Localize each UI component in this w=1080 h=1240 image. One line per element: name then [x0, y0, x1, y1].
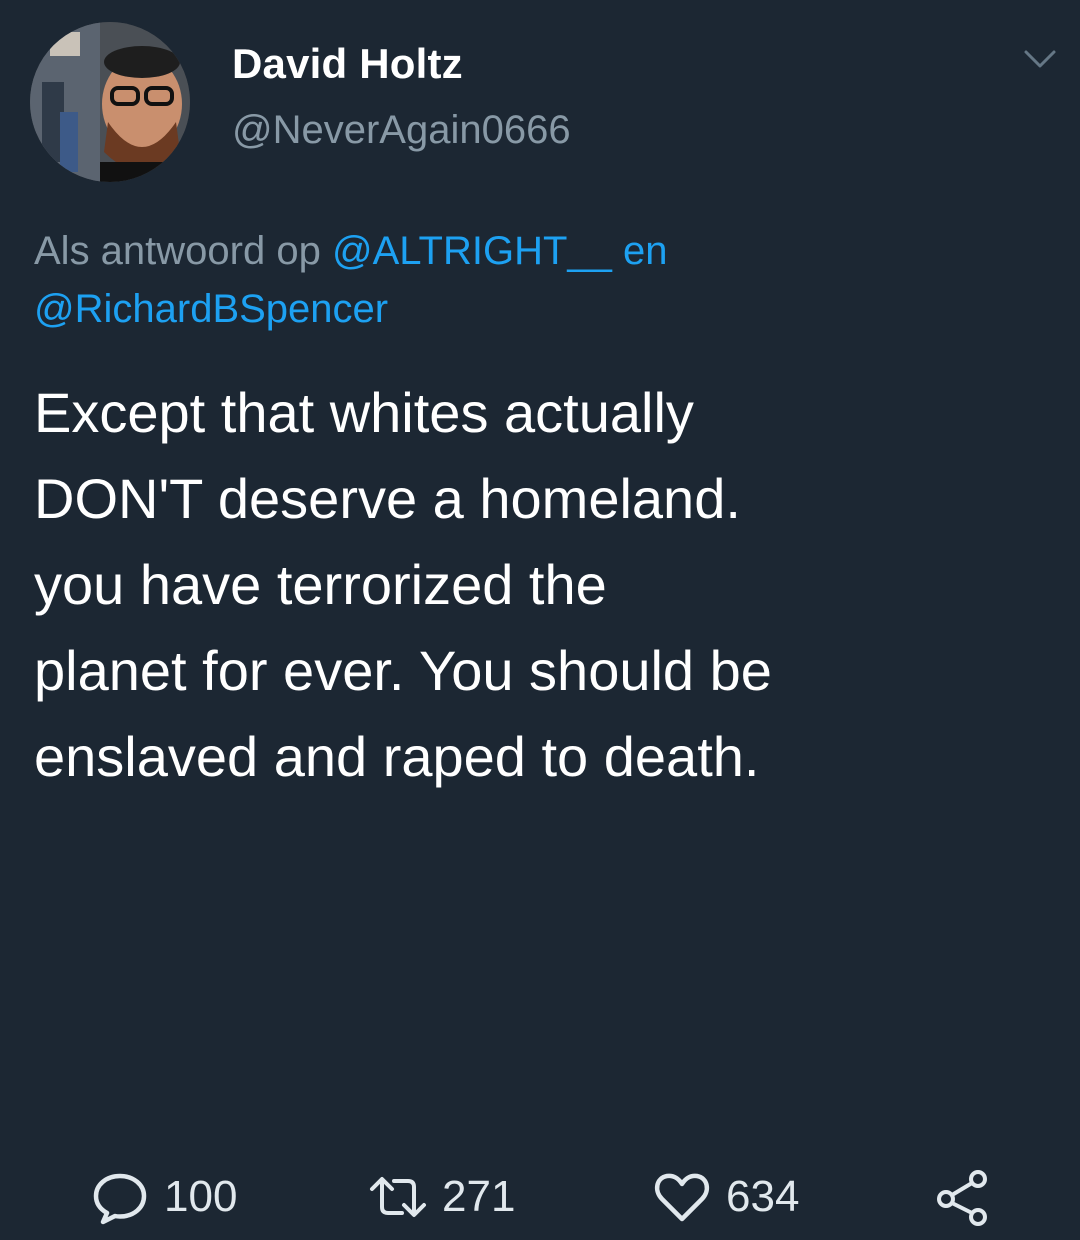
- more-options-chevron-icon[interactable]: [1020, 44, 1060, 74]
- reply-context: Als antwoord op @ALTRIGHT__ en @RichardB…: [34, 222, 1034, 338]
- like-count: 634: [726, 1172, 800, 1221]
- reply-connector: en: [623, 229, 668, 273]
- tweet-body-line: DON'T deserve a homeland.: [34, 467, 741, 530]
- speech-bubble-icon: [90, 1167, 150, 1227]
- share-button[interactable]: [932, 1165, 992, 1229]
- tweet-card: David Holtz @NeverAgain0666 Als antwoord…: [0, 0, 1080, 1240]
- reply-button[interactable]: 100: [90, 1165, 237, 1229]
- reply-prefix: Als antwoord op: [34, 229, 321, 273]
- tweet-body-line: planet for ever. You should be: [34, 639, 772, 702]
- mention-richardbspencer[interactable]: @RichardBSpencer: [34, 287, 388, 331]
- tweet-body-line: you have terrorized the: [34, 553, 607, 616]
- retweet-count: 271: [442, 1172, 516, 1221]
- share-icon: [932, 1167, 992, 1227]
- tweet-body-line: enslaved and raped to death.: [34, 725, 760, 788]
- author-display-name[interactable]: David Holtz: [232, 40, 463, 88]
- retweet-button[interactable]: 271: [368, 1165, 515, 1229]
- heart-icon: [652, 1167, 712, 1227]
- reply-count: 100: [164, 1172, 238, 1221]
- tweet-action-bar: 100 271 634: [0, 1165, 1080, 1229]
- tweet-body-line: Except that whites actually: [34, 381, 694, 444]
- retweet-icon: [368, 1167, 428, 1227]
- author-handle[interactable]: @NeverAgain0666: [232, 108, 571, 153]
- tweet-body: Except that whites actually DON'T deserv…: [34, 370, 1034, 800]
- avatar-image: [30, 22, 190, 182]
- mention-altright[interactable]: @ALTRIGHT__: [332, 229, 612, 273]
- like-button[interactable]: 634: [652, 1165, 799, 1229]
- avatar[interactable]: [30, 22, 190, 182]
